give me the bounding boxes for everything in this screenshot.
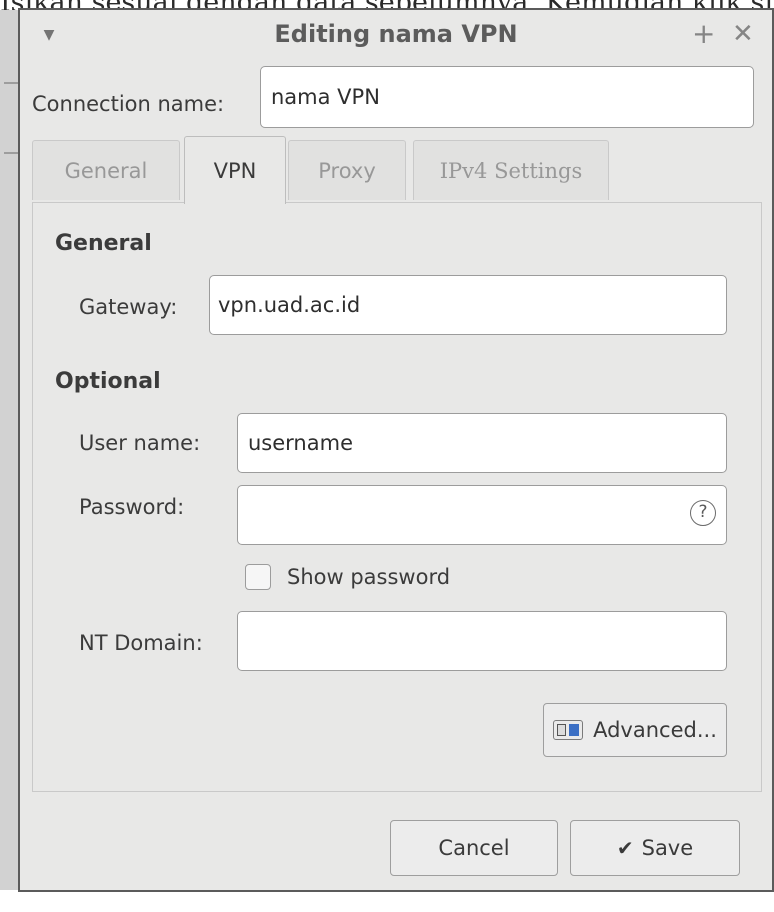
tab-general-label: General: [64, 158, 148, 183]
cancel-button-label: Cancel: [438, 836, 510, 860]
vpn-tab-panel: General Gateway: vpn.uad.ac.id Optional …: [32, 202, 762, 792]
connection-name-input[interactable]: nama VPN: [260, 66, 754, 128]
connection-name-label: Connection name:: [32, 92, 225, 116]
username-label: User name:: [79, 431, 201, 455]
gateway-label: Gateway:: [79, 295, 178, 319]
password-input[interactable]: ?: [237, 485, 727, 545]
tab-proxy-label: Proxy: [318, 158, 376, 183]
nt-domain-input[interactable]: [237, 611, 727, 671]
show-password-checkbox[interactable]: [245, 564, 271, 590]
vpn-edit-dialog: ▼ Editing nama VPN + ✕ Connection name: …: [18, 8, 774, 892]
tab-vpn-label: VPN: [213, 158, 257, 183]
dialog-title: Editing nama VPN: [274, 20, 518, 48]
checkmark-icon: ✔: [616, 836, 634, 860]
show-password-label[interactable]: Show password: [287, 565, 450, 589]
close-icon[interactable]: ✕: [732, 18, 754, 50]
tab-vpn[interactable]: VPN: [184, 136, 286, 204]
background-window-notch: [4, 82, 18, 84]
save-button-label: Save: [641, 836, 694, 860]
question-circle-icon[interactable]: ?: [690, 500, 716, 526]
gateway-input[interactable]: vpn.uad.ac.id: [209, 275, 727, 335]
general-section-heading: General: [55, 231, 152, 256]
tab-ipv4-settings-label: IPv4 Settings: [439, 158, 583, 183]
settings-panel-icon: [553, 720, 584, 740]
username-value: username: [248, 431, 353, 455]
connection-name-value: nama VPN: [271, 85, 380, 109]
tab-proxy[interactable]: Proxy: [288, 140, 406, 200]
username-input[interactable]: username: [237, 413, 727, 473]
dialog-titlebar[interactable]: ▼ Editing nama VPN + ✕: [20, 10, 772, 60]
advanced-button[interactable]: Advanced...: [543, 703, 727, 757]
save-button[interactable]: ✔ Save: [570, 820, 740, 876]
tab-ipv4-settings[interactable]: IPv4 Settings: [413, 140, 609, 200]
tab-general[interactable]: General: [32, 140, 180, 200]
advanced-button-label: Advanced...: [593, 718, 717, 742]
background-window-notch: [4, 152, 18, 154]
plus-icon[interactable]: +: [692, 18, 715, 50]
password-label: Password:: [79, 495, 185, 519]
gateway-value: vpn.uad.ac.id: [218, 293, 361, 317]
optional-section-heading: Optional: [55, 369, 161, 394]
nt-domain-label: NT Domain:: [79, 631, 203, 655]
cancel-button[interactable]: Cancel: [390, 820, 558, 876]
